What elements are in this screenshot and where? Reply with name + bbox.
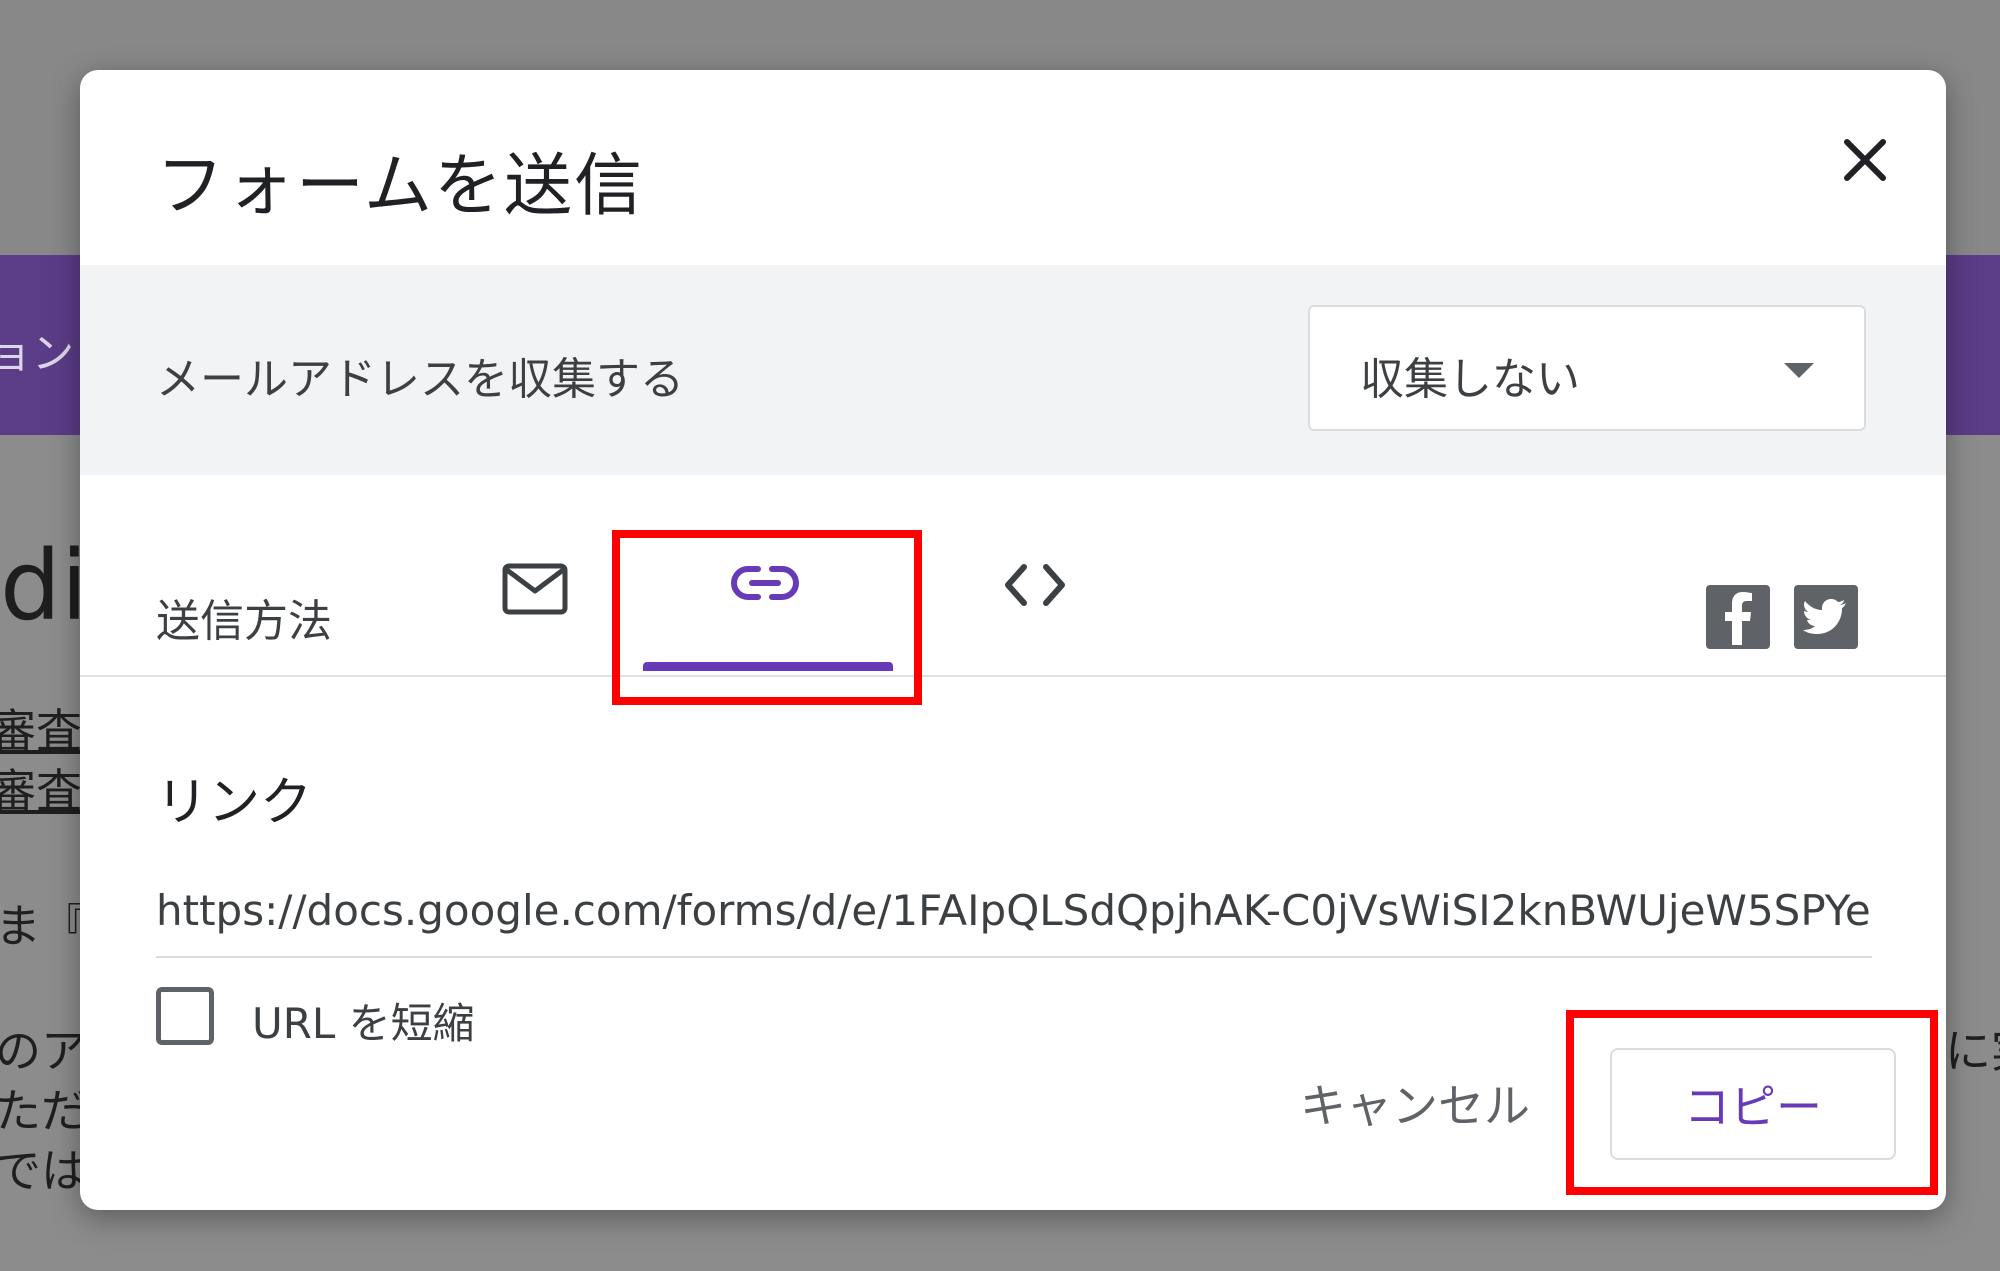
highlight-box-link-tab: [612, 530, 922, 705]
email-collection-selected: 収集しない: [1360, 354, 1580, 405]
send-method-row: 送信方法: [80, 475, 1946, 677]
facebook-icon: [1725, 592, 1752, 645]
background-text: ただ: [0, 1084, 87, 1138]
email-collection-select[interactable]: 収集しない: [1308, 305, 1866, 431]
tab-embed[interactable]: [960, 535, 1110, 675]
close-button[interactable]: [1825, 120, 1905, 200]
cancel-button[interactable]: キャンセル: [1300, 1070, 1530, 1136]
mail-icon: [502, 563, 568, 615]
code-icon: [1005, 564, 1065, 606]
background-link: 審査: [0, 764, 82, 818]
send-method-label: 送信方法: [156, 596, 332, 647]
background-text: に実: [1945, 1024, 2000, 1078]
facebook-share-button[interactable]: [1706, 585, 1770, 649]
shorten-url-label: URL を短縮: [252, 999, 475, 1048]
twitter-share-button[interactable]: [1794, 585, 1858, 649]
background-tab-fragment: ョン: [0, 329, 75, 378]
link-section-heading: リンク: [156, 773, 313, 833]
background-text: のア: [0, 1024, 87, 1078]
highlight-box-copy-button: [1566, 1010, 1938, 1195]
twitter-icon: [1803, 599, 1846, 634]
close-icon: [1844, 139, 1886, 181]
background-text: ま『: [0, 899, 87, 953]
background-heading-fragment: di: [0, 530, 88, 642]
background-link: 審査: [0, 704, 82, 758]
shorten-url-checkbox[interactable]: [156, 987, 214, 1045]
tab-email[interactable]: [460, 535, 610, 675]
form-url-field[interactable]: https://docs.google.com/forms/d/e/1FAIpQ…: [156, 878, 1872, 958]
email-collection-row: メールアドレスを収集する 収集しない: [80, 265, 1946, 475]
email-collection-label: メールアドレスを収集する: [156, 354, 684, 405]
background-text: では: [0, 1144, 87, 1198]
dropdown-caret-icon: [1784, 363, 1814, 378]
dialog-title: フォームを送信: [156, 147, 644, 226]
